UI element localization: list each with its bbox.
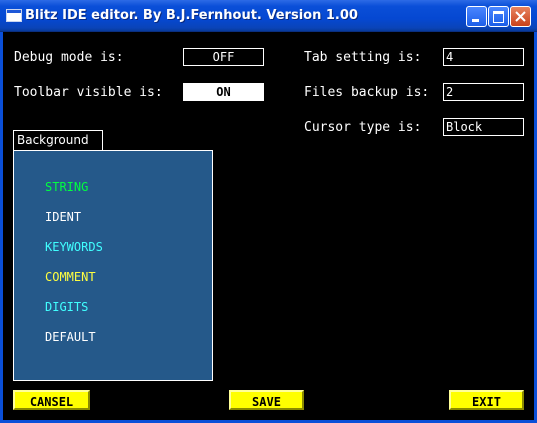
app-window-icon <box>6 9 22 22</box>
tab-setting-field[interactable]: 4 <box>443 48 524 66</box>
cancel-button[interactable]: CANSEL <box>13 390 90 410</box>
maximize-button[interactable] <box>488 6 509 27</box>
tab-background[interactable]: Background <box>13 130 103 150</box>
exit-button[interactable]: EXIT <box>449 390 524 410</box>
syntax-item-keywords[interactable]: KEYWORDS <box>45 240 103 254</box>
syntax-item-default[interactable]: DEFAULT <box>45 330 96 344</box>
tab-setting-label: Tab setting is: <box>304 50 422 65</box>
window-title: Blitz IDE editor. By B.J.Fernhout. Versi… <box>25 8 358 23</box>
files-backup-field[interactable]: 2 <box>443 83 524 101</box>
syntax-item-comment[interactable]: COMMENT <box>45 270 96 284</box>
debug-mode-toggle[interactable]: OFF <box>183 48 264 66</box>
title-bar[interactable]: Blitz IDE editor. By B.J.Fernhout. Versi… <box>0 0 537 32</box>
syntax-item-ident[interactable]: IDENT <box>45 210 81 224</box>
save-button[interactable]: SAVE <box>229 390 304 410</box>
toolbar-visible-toggle[interactable]: ON <box>183 83 264 101</box>
minimize-button[interactable] <box>466 6 487 27</box>
close-icon <box>515 11 526 22</box>
cursor-type-label: Cursor type is: <box>304 120 422 135</box>
close-button[interactable] <box>510 6 531 27</box>
debug-mode-label: Debug mode is: <box>14 50 124 65</box>
cursor-type-field[interactable]: Block <box>443 118 524 136</box>
syntax-item-digits[interactable]: DIGITS <box>45 300 88 314</box>
toolbar-visible-label: Toolbar visible is: <box>14 85 163 100</box>
files-backup-label: Files backup is: <box>304 85 430 100</box>
syntax-item-string[interactable]: STRING <box>45 180 88 194</box>
syntax-color-panel[interactable]: STRING IDENT KEYWORDS COMMENT DIGITS DEF… <box>13 150 213 381</box>
